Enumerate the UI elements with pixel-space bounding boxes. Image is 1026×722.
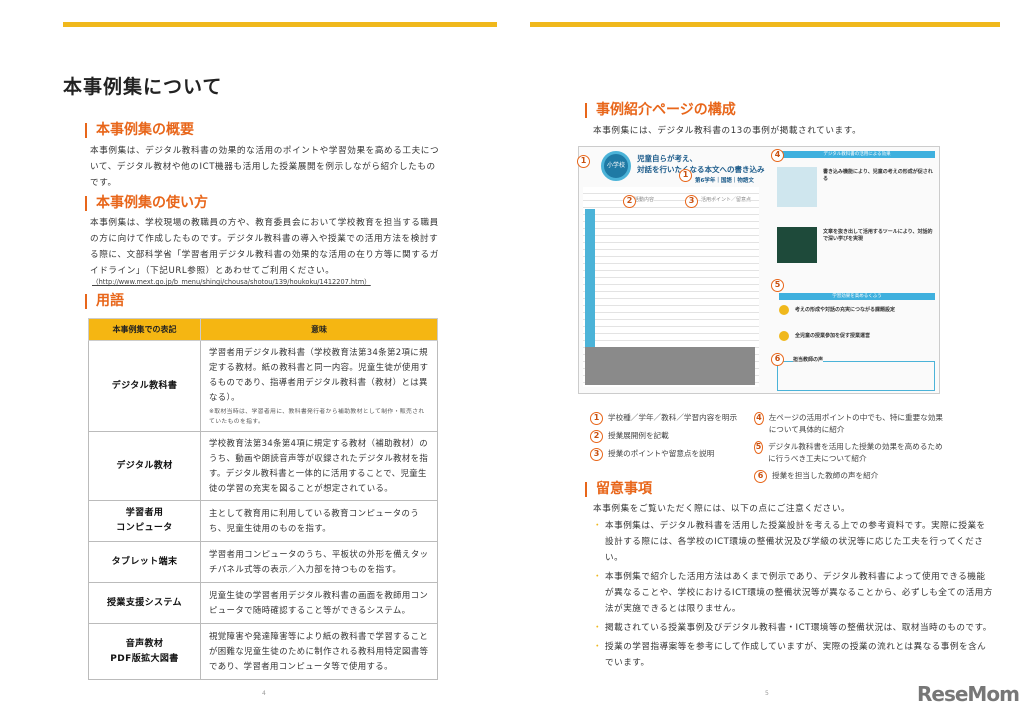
page-number: 4 bbox=[262, 690, 266, 697]
note-item: 掲載されている授業事例及びデジタル教科書・ICT環境等の整備状況は、取材当時のも… bbox=[593, 620, 993, 636]
thumb-sub1: 書き込み機能により、児童の考えの形成が促される bbox=[823, 169, 933, 182]
heading-terms: 用語 bbox=[85, 294, 124, 309]
thumb-col2: 活用ポイント／留意点 bbox=[701, 197, 752, 204]
meaning: 児童生徒の学習者用デジタル教科書の画面を教師用コンピュータで随時確認すること等が… bbox=[200, 582, 438, 624]
thumb-band1: デジタル教科書の活用による効果 bbox=[779, 151, 935, 158]
legend-item: 1 学校種／学年／教科／学習内容を明示 bbox=[590, 412, 750, 425]
meaning: 学習者用デジタル教科書（学校教育法第34条第2項に規定する教材。紙の教科書と同一… bbox=[200, 340, 438, 432]
top-bar bbox=[530, 22, 1000, 27]
table-row: デジタル教材 学校教育法第34条第4項に規定する教材（補助教材）のうち、動画や朗読… bbox=[88, 431, 438, 501]
term: 学習者用 コンピュータ bbox=[88, 500, 201, 542]
term: 授業支援システム bbox=[88, 582, 201, 624]
meaning: 主として教育用に利用している教育コンピュータのうち、児童生徒用のものを指す。 bbox=[200, 500, 438, 542]
term: デジタル教材 bbox=[88, 431, 201, 501]
thumb-sub2: 文章を抜き出して活用するツールにより、対話的で深い学びを実現 bbox=[823, 229, 933, 242]
terms-table: 本事例集での表記 意味 デジタル教科書 学習者用デジタル教科書（学校教育法第34条第… bbox=[88, 318, 438, 680]
callout-1b: 1 bbox=[679, 169, 692, 182]
table-row: 学習者用 コンピュータ 主として教育用に利用している教育コンピュータのうち、児童生… bbox=[88, 500, 438, 542]
term: 音声教材 PDF版拡大図書 bbox=[88, 623, 201, 680]
legend-item: 3 授業のポイントや留意点を説明 bbox=[590, 448, 750, 461]
table-row: デジタル教科書 学習者用デジタル教科書（学校教育法第34条第2項に規定する教材。紙… bbox=[88, 340, 438, 432]
meaning: 視覚障害や発達障害等により紙の教科書で学習することが困難な児童生徒のために制作さ… bbox=[200, 623, 438, 680]
note-item: 本事例集は、デジタル教科書を活用した授業設計を考える上での参考資料です。実際に授… bbox=[593, 518, 993, 566]
col-header-term: 本事例集での表記 bbox=[88, 318, 201, 341]
thumb-voice: 担当教師の声 bbox=[793, 357, 824, 364]
heading-notes: 留意事項 bbox=[585, 482, 652, 497]
table-row: タブレット端末 学習者用コンピュータのうち、平板状の外形を備えタッチパネル式等の表… bbox=[88, 541, 438, 583]
meaning: 学校教育法第34条第4項に規定する教材（補助教材）のうち、動画や朗読音声等が収録… bbox=[200, 431, 438, 501]
notes-list: 本事例集は、デジタル教科書を活用した授業設計を考える上での参考資料です。実際に授… bbox=[593, 518, 993, 674]
callout-5: 5 bbox=[771, 279, 784, 292]
legend-left: 1 学校種／学年／教科／学習内容を明示 2 授業展開例を記載 3 授業のポイントや留意… bbox=[590, 412, 750, 466]
guideline-link[interactable]: （http://www.mext.go.jp/b_menu/shingi/cho… bbox=[92, 276, 371, 286]
school-badge: 小学校 bbox=[601, 151, 631, 181]
thumb-image1 bbox=[777, 167, 817, 207]
heading-usage: 本事例集の使い方 bbox=[85, 196, 208, 211]
callout-1: 1 bbox=[577, 155, 590, 168]
heading-overview: 本事例集の概要 bbox=[85, 123, 194, 138]
thumb-photos bbox=[585, 347, 755, 385]
table-row: 音声教材 PDF版拡大図書 視覚障害や発達障害等により紙の教科書で学習することが困… bbox=[88, 623, 438, 680]
col-header-meaning: 意味 bbox=[200, 318, 438, 341]
note-item: 授業の学習指導案等を参考にして作成していますが、実際の授業の流れとは異なる事例を… bbox=[593, 639, 993, 671]
callout-6: 6 bbox=[771, 353, 784, 366]
term: デジタル教科書 bbox=[88, 340, 201, 432]
thumb-image2 bbox=[777, 227, 817, 263]
thumb-band2: 学習効果を高めるくふう bbox=[779, 293, 935, 300]
sample-page-thumbnail: 小学校 児童自らが考え、 対話を行いたくなる本文への書き込み 第6学年｜国語｜物語… bbox=[577, 146, 940, 394]
callout-3: 3 bbox=[685, 195, 698, 208]
structure-text: 本事例集には、デジタル教科書の13の事例が掲載されています。 bbox=[593, 126, 862, 136]
overview-text: 本事例集は、デジタル教科書の効果的な活用のポイントや学習効果を高める工夫について… bbox=[90, 146, 440, 188]
note: ※取材当時は、学習者用に、教科書発行者から補助教材として制作・販売されていたもの… bbox=[209, 409, 425, 425]
table-row: 授業支援システム 児童生徒の学習者用デジタル教科書の画面を教師用コンピュータで随時… bbox=[88, 582, 438, 624]
notes-intro: 本事例集をご覧いただく際には、以下の点にご注意ください。 bbox=[593, 504, 851, 514]
legend-item: 4 左ページの活用ポイントの中でも、特に重要な効果について具体的に紹介 bbox=[754, 412, 944, 436]
left-page: 本事例集について 本事例集の概要 本事例集は、デジタル教科書の効果的な活用のポイ… bbox=[0, 0, 513, 722]
usage-text: 本事例集は、学校現場の教職員の方や、教育委員会において学校教育を担当する職員の方… bbox=[90, 218, 439, 276]
thumb-meta: 第6学年｜国語｜物語文 bbox=[695, 178, 754, 184]
thumb-k1: 考えの形成や対話の充実につながる課題設定 bbox=[795, 307, 896, 313]
legend-right: 4 左ページの活用ポイントの中でも、特に重要な効果について具体的に紹介 5 デジタル… bbox=[754, 412, 944, 488]
meaning: 学習者用コンピュータのうち、平板状の外形を備えタッチパネル式等の表示／入力部を持… bbox=[200, 541, 438, 583]
callout-4: 4 bbox=[771, 149, 784, 162]
thumb-col1: 活動内容 bbox=[634, 197, 655, 204]
top-bar bbox=[63, 22, 497, 27]
callout-2: 2 bbox=[623, 195, 636, 208]
thumb-title: 児童自らが考え、 対話を行いたくなる本文への書き込み bbox=[637, 154, 765, 174]
thumb-k2: 全児童の授業参加を促す授業運営 bbox=[795, 333, 871, 339]
page-title: 本事例集について bbox=[63, 76, 223, 98]
page-number: 5 bbox=[765, 690, 769, 697]
heading-structure: 事例紹介ページの構成 bbox=[585, 103, 736, 118]
legend-item: 6 授業を担当した教師の声を紹介 bbox=[754, 470, 944, 483]
resemom-logo: ReseMom bbox=[917, 682, 1020, 706]
legend-item: 5 デジタル教科書を活用した授業の効果を高めるために行うべき工夫について紹介 bbox=[754, 441, 943, 463]
legend-item: 2 授業展開例を記載 bbox=[590, 430, 750, 443]
term: タブレット端末 bbox=[88, 541, 201, 583]
note-item: 本事例集で紹介した活用方法はあくまで例示であり、デジタル教科書によって使用できる… bbox=[593, 569, 993, 617]
